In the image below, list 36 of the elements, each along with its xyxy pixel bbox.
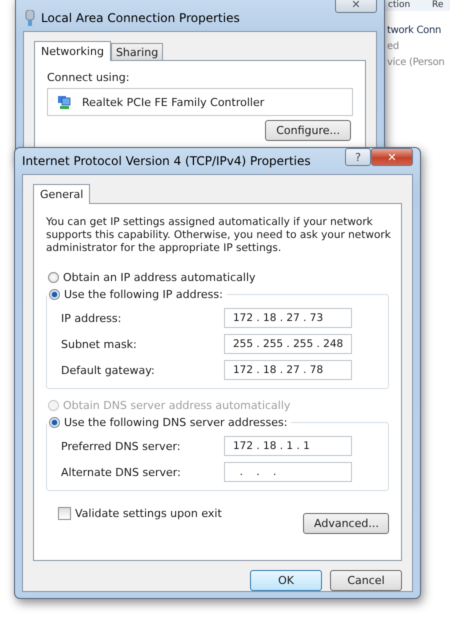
tab[interactable]: General bbox=[33, 184, 90, 204]
close-button[interactable]: ✕ bbox=[335, 0, 377, 13]
ip-address-field[interactable]: 172 . 18 . 1 . 1 bbox=[224, 436, 352, 456]
tab[interactable]: Networking bbox=[34, 41, 111, 61]
radio-option[interactable]: Obtain an IP address automatically bbox=[46, 269, 389, 285]
field-label: Default gateway: bbox=[61, 364, 155, 376]
field-label: Subnet mask: bbox=[61, 338, 137, 350]
ip-address-field[interactable]: . . . bbox=[224, 462, 352, 482]
cancel-button[interactable]: Cancel bbox=[330, 570, 402, 591]
ip-address-field[interactable]: 172 . 18 . 27 . 78 bbox=[224, 360, 352, 380]
field-label: IP address: bbox=[61, 312, 122, 324]
column-header[interactable]: ction bbox=[388, 0, 410, 10]
field-label: Alternate DNS server: bbox=[61, 466, 181, 478]
checkbox-option[interactable]: Validate settings upon exit bbox=[58, 507, 222, 520]
adapter-name: Realtek PCIe FE Family Controller bbox=[82, 96, 264, 108]
ok-button[interactable]: OK bbox=[250, 570, 322, 591]
close-button[interactable]: ✕ bbox=[371, 148, 413, 166]
window-title: Local Area Connection Properties bbox=[41, 11, 241, 25]
radio-option[interactable]: Use the following DNS server addresses: bbox=[47, 414, 292, 430]
window-title: Internet Protocol Version 4 (TCP/IPv4) Properties bbox=[22, 154, 312, 168]
network-detail-text: vice (Person bbox=[387, 56, 444, 70]
tab[interactable]: Sharing bbox=[110, 43, 164, 60]
description-text: You can get IP settings assigned automatically if your network supports this capability. Otherwise, you need to ask your network administrator for the appropriate IP settings. bbox=[46, 216, 392, 255]
network-detail-text: twork Conn bbox=[387, 24, 442, 38]
plug-icon bbox=[25, 10, 35, 26]
ip-address-field[interactable]: 255 . 255 . 255 . 248 bbox=[224, 334, 352, 354]
ip-address-field[interactable]: 172 . 18 . 27 . 73 bbox=[224, 308, 352, 328]
radio-option[interactable]: Use the following IP address: bbox=[47, 286, 227, 302]
network-detail-text: ed bbox=[387, 40, 400, 54]
field-label: Preferred DNS server: bbox=[61, 440, 180, 452]
help-button[interactable]: ? bbox=[345, 148, 371, 166]
advanced-button[interactable]: Advanced... bbox=[303, 513, 389, 534]
column-header[interactable]: Re bbox=[432, 0, 444, 10]
network-adapter-icon bbox=[56, 94, 72, 110]
configure-button[interactable]: Configure... bbox=[265, 120, 351, 141]
connect-using-label: Connect using: bbox=[47, 71, 130, 84]
